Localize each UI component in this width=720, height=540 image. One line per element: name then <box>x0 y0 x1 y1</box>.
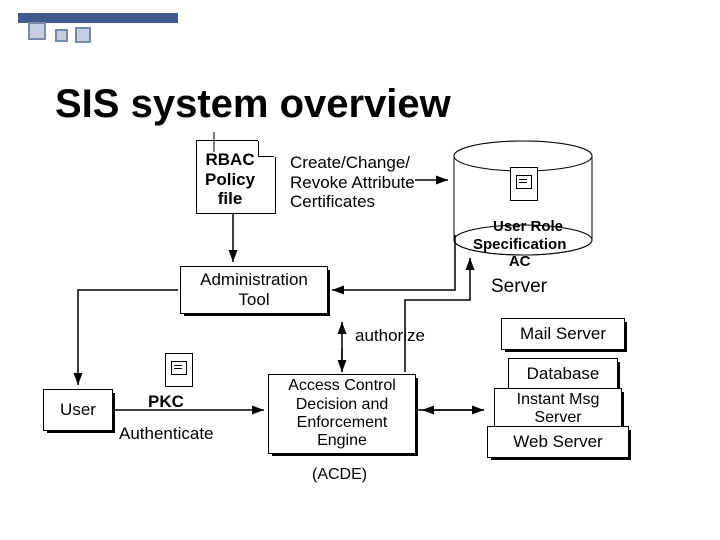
acde-abbrev: (ACDE) <box>312 466 367 484</box>
admin-tool-box: Administration Tool <box>180 266 328 314</box>
rbac-label: RBAC Policy file <box>205 150 255 209</box>
instant-msg-label: Instant Msg Server <box>517 391 600 428</box>
user-box: User <box>43 389 113 431</box>
authorize-label: authorize <box>355 326 425 346</box>
acde-box: Access Control Decision and Enforcement … <box>268 374 416 454</box>
pkc-label: PKC <box>148 392 184 412</box>
create-change-label: Create/Change/ Revoke Attribute Certific… <box>290 153 415 212</box>
header-square <box>28 22 46 40</box>
web-server-box: Web Server <box>487 426 629 458</box>
acde-label: Access Control Decision and Enforcement … <box>288 377 396 451</box>
header-square <box>55 29 68 42</box>
user-label: User <box>60 400 96 420</box>
mail-server-label: Mail Server <box>520 324 606 344</box>
header-square <box>75 27 91 43</box>
user-role-spec-label: User Role Specification AC <box>473 201 566 287</box>
instant-msg-box: Instant Msg Server <box>494 388 622 430</box>
pkc-doc-icon <box>165 353 193 387</box>
admin-tool-label: Administration Tool <box>200 270 308 309</box>
mail-server-box: Mail Server <box>501 318 625 350</box>
server-label: Server <box>491 276 547 298</box>
user-role-spec-text: User Role Specification AC <box>473 218 566 270</box>
database-box: Database <box>508 358 618 390</box>
user-role-doc-icon <box>510 167 538 201</box>
web-server-label: Web Server <box>513 432 602 452</box>
database-label: Database <box>527 364 600 384</box>
authenticate-label: Authenticate <box>119 424 214 444</box>
page-title: SIS system overview <box>55 82 451 127</box>
